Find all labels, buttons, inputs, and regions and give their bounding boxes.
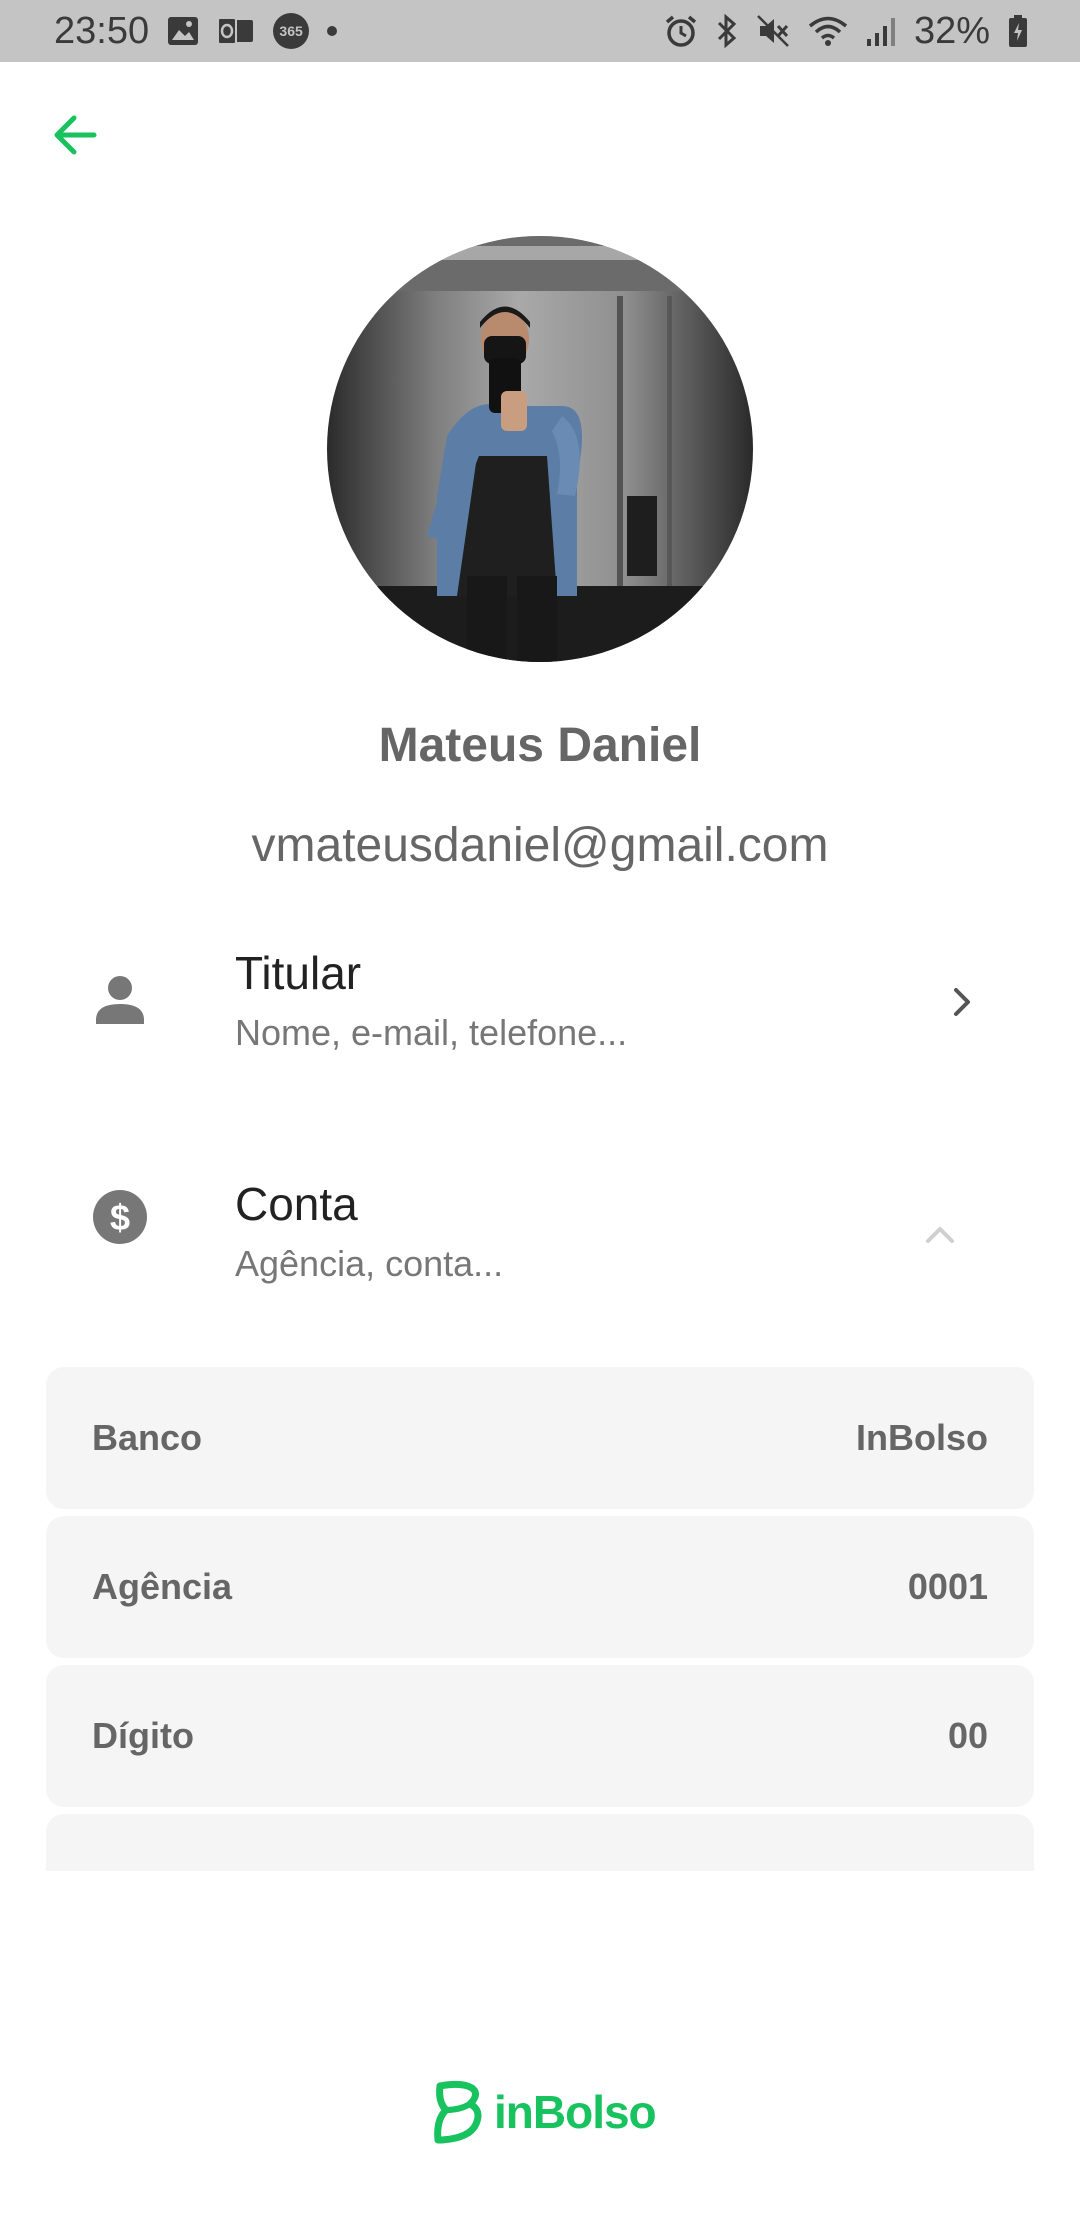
row-value: InBolso bbox=[856, 1417, 988, 1458]
office365-icon: 365 bbox=[273, 13, 310, 49]
profile-email: vmateusdaniel@gmail.com bbox=[251, 819, 829, 872]
status-bar-left: 23:50 365 bbox=[54, 9, 338, 53]
person-icon bbox=[96, 976, 144, 1024]
back-button[interactable] bbox=[40, 100, 110, 170]
inbolso-logo-text: inBolso bbox=[494, 2086, 657, 2138]
status-bar: 23:50 365 32% bbox=[0, 0, 1080, 62]
status-bar-right: 32% bbox=[664, 10, 1028, 53]
inbolso-logo: inBolso bbox=[432, 2080, 657, 2144]
status-time: 23:50 bbox=[54, 9, 150, 52]
mute-icon bbox=[756, 14, 790, 48]
row-label: Dígito bbox=[92, 1715, 194, 1756]
list-item-agencia: Agência 0001 bbox=[46, 1516, 1034, 1658]
conta-section[interactable]: $ Conta Agência, conta... bbox=[0, 1171, 1080, 1321]
row-label: Banco bbox=[92, 1417, 203, 1458]
bluetooth-icon bbox=[716, 14, 738, 48]
conta-subtitle: Agência, conta... bbox=[235, 1243, 504, 1284]
battery-icon bbox=[1008, 14, 1028, 48]
battery-percent: 32% bbox=[913, 9, 990, 52]
chevron-right-icon bbox=[954, 988, 970, 1016]
row-value: 00 bbox=[947, 1715, 988, 1756]
svg-text:$: $ bbox=[110, 1197, 130, 1238]
dot-icon bbox=[327, 26, 338, 36]
signal-icon bbox=[866, 15, 896, 47]
arrow-left-icon bbox=[54, 115, 97, 155]
profile-avatar[interactable] bbox=[327, 236, 753, 662]
outlook-icon bbox=[217, 16, 255, 46]
dollar-icon: $ bbox=[93, 1190, 147, 1244]
titular-section[interactable]: Titular Nome, e-mail, telefone... bbox=[0, 940, 1080, 1090]
list-item-banco: Banco InBolso bbox=[46, 1367, 1034, 1509]
row-label: Agência bbox=[92, 1566, 233, 1607]
inbolso-logo-icon bbox=[434, 2080, 482, 2144]
list-item-partial bbox=[46, 1814, 1034, 1871]
conta-title: Conta bbox=[235, 1178, 358, 1230]
row-value: 0001 bbox=[907, 1566, 988, 1607]
wifi-icon bbox=[808, 14, 848, 48]
alarm-icon bbox=[664, 14, 698, 48]
profile-name: Mateus Daniel bbox=[378, 719, 702, 772]
account-details-list: Banco InBolso Agência 0001 Dígito 00 bbox=[46, 1367, 1034, 1871]
chevron-up-icon bbox=[926, 1227, 954, 1243]
list-item-digito: Dígito 00 bbox=[46, 1665, 1034, 1807]
titular-title: Titular bbox=[235, 947, 362, 999]
gallery-icon bbox=[167, 16, 199, 46]
titular-subtitle: Nome, e-mail, telefone... bbox=[235, 1012, 628, 1053]
